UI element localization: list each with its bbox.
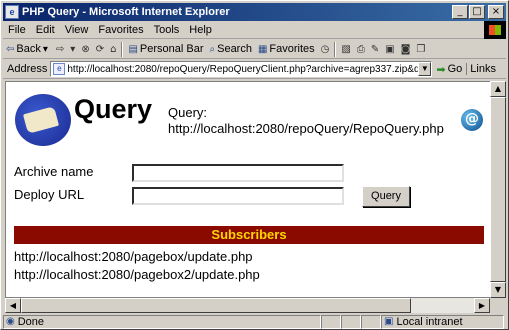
deploy-url-label: Deploy URL: [14, 187, 85, 202]
query-label: Query:: [168, 105, 208, 120]
vertical-scroll-thumb[interactable]: [490, 97, 506, 282]
page-title: Query: [74, 94, 153, 124]
address-url[interactable]: http://localhost:2080/repoQuery/RepoQuer…: [67, 64, 418, 75]
links-button[interactable]: Links: [466, 63, 499, 75]
back-arrow-icon: ⇦: [6, 43, 15, 55]
chevron-down-icon: ▾: [42, 43, 48, 55]
address-input[interactable]: e http://localhost:2080/repoQuery/RepoQu…: [50, 61, 433, 77]
archive-name-input[interactable]: [132, 164, 344, 182]
menu-file[interactable]: File: [3, 24, 31, 36]
status-text: Done: [17, 315, 45, 328]
favorites-label: Favorites: [269, 43, 315, 55]
go-arrow-icon: ➡: [436, 62, 446, 76]
toolbar-separator: [334, 41, 337, 57]
favorites-button[interactable]: ▦ Favorites: [255, 41, 318, 58]
horizontal-scroll-thumb[interactable]: [21, 298, 411, 313]
address-label: Address: [7, 63, 48, 75]
status-pane-empty: [341, 314, 361, 329]
page-content: Query Query: http://localhost:2080/repoQ…: [5, 81, 490, 298]
subscriber-item: http://localhost:2080/pagebox/update.php: [14, 249, 253, 264]
status-bar: ◉ Done ▣ Local intranet: [3, 314, 506, 329]
search-button[interactable]: ⌕ Search: [207, 41, 255, 58]
close-button[interactable]: ×: [488, 5, 504, 19]
address-bar: Address e http://localhost:2080/repoQuer…: [3, 60, 506, 79]
security-zone-pane: ▣ Local intranet: [381, 314, 504, 329]
personal-bar-icon: ▤: [128, 43, 138, 55]
scroll-up-button[interactable]: ▲: [490, 81, 506, 97]
discuss-icon[interactable]: ▣: [382, 44, 397, 55]
personal-bar-button[interactable]: ▤ Personal Bar: [125, 41, 206, 58]
stop-icon[interactable]: ⊗: [78, 44, 92, 55]
media-icon[interactable]: ▧: [338, 44, 353, 55]
search-icon: ⌕: [209, 43, 216, 55]
minimize-button[interactable]: _: [452, 5, 468, 19]
window-title: PHP Query - Microsoft Internet Explorer: [22, 6, 230, 18]
forward-icon[interactable]: ⇨: [53, 44, 67, 55]
address-dropdown-button[interactable]: ▼: [418, 62, 432, 76]
menu-favorites[interactable]: Favorites: [93, 24, 148, 36]
toolbar: ⇦ Back ▾ ⇨ ▾ ⊗ ⟳ ⌂ ▤ Personal Bar ⌕ Sear…: [3, 40, 506, 59]
refresh-icon[interactable]: ⟳: [93, 44, 107, 55]
go-button[interactable]: ➡ Go: [432, 63, 466, 76]
title-bar[interactable]: e PHP Query - Microsoft Internet Explore…: [3, 3, 506, 21]
security-zone: Local intranet: [396, 315, 463, 328]
go-label: Go: [447, 63, 463, 75]
menu-edit[interactable]: Edit: [31, 24, 60, 36]
query-endpoint: Query: http://localhost:2080/repoQuery/R…: [168, 105, 444, 137]
query-logo: [15, 94, 71, 146]
chevron-down-icon[interactable]: ▾: [67, 44, 78, 55]
windows-logo-icon: [484, 21, 506, 39]
query-url: http://localhost:2080/repoQuery/RepoQuer…: [168, 121, 444, 136]
search-label: Search: [217, 43, 252, 55]
scrollbar-corner: [490, 298, 506, 313]
status-text-pane: ◉ Done: [3, 314, 321, 329]
menu-help[interactable]: Help: [184, 24, 217, 36]
intranet-icon: ▣: [384, 316, 394, 327]
menu-bar: File Edit View Favorites Tools Help: [3, 22, 506, 39]
archive-name-label: Archive name: [14, 164, 94, 179]
scroll-right-button[interactable]: ▶: [474, 298, 490, 313]
query-button[interactable]: Query: [362, 186, 410, 207]
status-pane-empty: [321, 314, 341, 329]
favorites-icon: ▦: [257, 43, 268, 55]
home-icon[interactable]: ⌂: [107, 44, 119, 55]
scroll-left-button[interactable]: ◀: [5, 298, 21, 313]
back-button[interactable]: ⇦ Back ▾: [3, 41, 53, 58]
maximize-button[interactable]: □: [469, 5, 485, 19]
vertical-scrollbar[interactable]: ▲ ▼: [490, 81, 506, 298]
scroll-down-button[interactable]: ▼: [490, 282, 506, 298]
subscribers-header: Subscribers: [14, 226, 484, 244]
history-icon[interactable]: ◷: [318, 44, 333, 55]
copy-icon[interactable]: ❐: [413, 44, 428, 55]
browser-window: e PHP Query - Microsoft Internet Explore…: [0, 0, 509, 330]
toolbar-separator: [121, 41, 124, 57]
page-icon: e: [53, 63, 66, 75]
subscriber-item: http://localhost:2080/pagebox2/update.ph…: [14, 267, 260, 282]
messenger-icon[interactable]: ◙: [398, 44, 414, 55]
deploy-url-input[interactable]: [132, 187, 344, 205]
back-label: Back: [16, 43, 41, 55]
horizontal-scrollbar[interactable]: ◀ ▶: [5, 298, 490, 313]
edit-icon[interactable]: ✎: [368, 44, 382, 55]
menu-tools[interactable]: Tools: [149, 24, 185, 36]
print-icon[interactable]: ⎙: [354, 44, 368, 55]
at-sign-icon[interactable]: @: [461, 109, 483, 131]
status-pane-empty: [361, 314, 381, 329]
personal-bar-label: Personal Bar: [139, 43, 204, 55]
ie-icon: e: [5, 5, 19, 19]
menu-view[interactable]: View: [60, 24, 94, 36]
page-done-icon: ◉: [6, 316, 15, 327]
